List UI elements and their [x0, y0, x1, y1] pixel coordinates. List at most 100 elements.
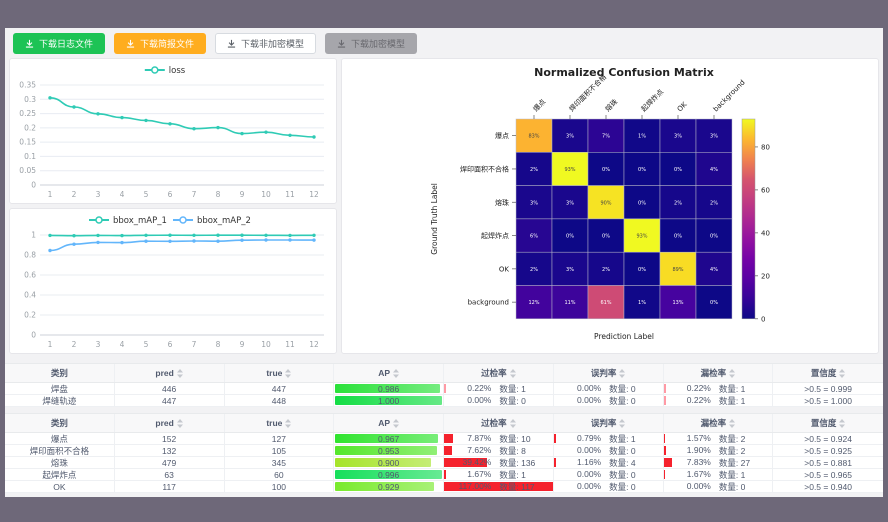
column-header-误判率[interactable]: 误判率	[554, 364, 664, 382]
column-header-pred[interactable]: pred	[115, 414, 225, 432]
download-icon	[227, 39, 236, 48]
rate-value: 0.00%	[557, 383, 601, 394]
svg-text:Prediction Label: Prediction Label	[594, 332, 654, 341]
pred-value: 446	[162, 384, 176, 394]
sort-icon[interactable]	[729, 419, 735, 428]
column-header-AP[interactable]: AP	[334, 414, 444, 432]
svg-text:3%: 3%	[566, 134, 574, 140]
sort-caret-icon	[619, 419, 625, 428]
svg-text:8: 8	[216, 190, 221, 199]
count-value: 数量: 0	[609, 469, 659, 480]
table-row: 焊印面积不合格1321050.9537.62%数量: 80.00%数量: 01.…	[5, 445, 883, 457]
download-button-0[interactable]: 下载日志文件	[13, 33, 105, 54]
miss-detect-cell: 7.83%数量: 27	[664, 457, 774, 468]
count-value: 数量: 10	[499, 433, 549, 444]
ap-cell: 0.953	[334, 445, 444, 456]
sort-icon[interactable]	[285, 369, 291, 378]
table-row: 起焊炸点63600.9961.67%数量: 10.00%数量: 01.67%数量…	[5, 469, 883, 481]
sort-caret-icon	[393, 369, 399, 378]
svg-text:0%: 0%	[710, 234, 718, 240]
svg-text:11: 11	[285, 190, 295, 199]
svg-text:0: 0	[31, 331, 36, 340]
misjudge-cell: 0.00%数量: 0	[554, 445, 664, 456]
svg-text:0.35: 0.35	[19, 81, 36, 90]
column-header-true[interactable]: true	[225, 414, 335, 432]
button-label: 下载加密模型	[351, 37, 405, 50]
pred-cell: 447	[115, 395, 225, 406]
sort-icon[interactable]	[729, 369, 735, 378]
rate-value: 0.00%	[557, 469, 601, 480]
ap-value: 0.929	[378, 482, 399, 492]
column-header-AP[interactable]: AP	[334, 364, 444, 382]
svg-text:0.6: 0.6	[24, 271, 36, 280]
miss-detect-cell: 0.22%数量: 1	[664, 383, 774, 394]
ap-cell: 0.996	[334, 469, 444, 480]
sort-icon[interactable]	[839, 419, 845, 428]
svg-text:0.1: 0.1	[24, 152, 36, 161]
svg-text:93%: 93%	[564, 167, 575, 173]
column-header-过检率[interactable]: 过检率	[444, 414, 554, 432]
rate-value: 1.67%	[667, 469, 711, 480]
column-header-置信度[interactable]: 置信度	[773, 364, 883, 382]
sort-icon[interactable]	[510, 369, 516, 378]
miss-detect-cell: 0.00%数量: 0	[664, 481, 774, 492]
miss-detect-cell: 1.67%数量: 1	[664, 469, 774, 480]
rate-bar	[444, 470, 446, 479]
column-header-误判率[interactable]: 误判率	[554, 414, 664, 432]
sort-icon[interactable]	[393, 419, 399, 428]
button-label: 下载非加密模型	[241, 37, 304, 50]
count-value: 数量: 1	[609, 433, 659, 444]
svg-text:10: 10	[261, 340, 271, 349]
column-header-label: 置信度	[811, 367, 837, 379]
table-header-row: 类别predtrueAP过检率误判率漏检率置信度	[5, 363, 883, 383]
column-header-pred[interactable]: pred	[115, 364, 225, 382]
svg-text:Normalized Confusion Matrix: Normalized Confusion Matrix	[534, 66, 714, 79]
rate-bar	[664, 384, 666, 393]
sort-icon[interactable]	[393, 369, 399, 378]
sort-icon[interactable]	[510, 419, 516, 428]
svg-text:2%: 2%	[530, 267, 538, 273]
count-value: 数量: 0	[609, 445, 659, 456]
svg-text:4%: 4%	[710, 267, 718, 273]
svg-text:9: 9	[240, 190, 245, 199]
defect-table: 类别predtrueAP过检率误判率漏检率置信度爆点1521270.9677.8…	[5, 413, 883, 493]
true-value: 105	[272, 446, 286, 456]
column-header-label: true	[266, 368, 282, 378]
column-header-过检率[interactable]: 过检率	[444, 364, 554, 382]
svg-text:11%: 11%	[564, 300, 575, 306]
svg-text:1: 1	[48, 190, 53, 199]
column-header-置信度[interactable]: 置信度	[773, 414, 883, 432]
sort-icon[interactable]	[619, 419, 625, 428]
column-header-label: 过检率	[481, 367, 507, 379]
confidence-value: >0.5 = 0.940	[804, 482, 852, 492]
sort-icon[interactable]	[177, 369, 183, 378]
over-detect-cell: 117.00%数量: 117	[444, 481, 554, 492]
over-detect-cell: 1.67%数量: 1	[444, 469, 554, 480]
sort-icon[interactable]	[619, 369, 625, 378]
summary-table: 类别predtrueAP过检率误判率漏检率置信度焊盘4464470.9860.2…	[5, 363, 883, 407]
confidence-cell: >0.5 = 1.000	[773, 395, 883, 406]
svg-text:OK: OK	[676, 100, 689, 113]
svg-text:11: 11	[285, 340, 295, 349]
column-header-true[interactable]: true	[225, 364, 335, 382]
download-button-1[interactable]: 下载简报文件	[114, 33, 206, 54]
over-detect-cell: 0.22%数量: 1	[444, 383, 554, 394]
download-button-3[interactable]: 下载加密模型	[325, 33, 417, 54]
true-value: 60	[274, 470, 283, 480]
rate-bar	[664, 434, 666, 443]
sort-icon[interactable]	[177, 419, 183, 428]
download-button-2[interactable]: 下载非加密模型	[215, 33, 316, 54]
column-header-漏检率[interactable]: 漏检率	[664, 414, 774, 432]
sort-caret-icon	[729, 369, 735, 378]
category-label: 焊印面积不合格	[30, 445, 90, 456]
sort-caret-icon	[839, 369, 845, 378]
sort-icon[interactable]	[839, 369, 845, 378]
pred-cell: 479	[115, 457, 225, 468]
category-cell: 起焊炸点	[5, 469, 115, 480]
column-header-漏检率[interactable]: 漏检率	[664, 364, 774, 382]
sort-icon[interactable]	[285, 419, 291, 428]
true-cell: 448	[225, 395, 335, 406]
ap-value: 0.900	[378, 458, 399, 468]
svg-text:Ground Truth Label: Ground Truth Label	[430, 183, 439, 255]
sort-caret-icon	[285, 419, 291, 428]
